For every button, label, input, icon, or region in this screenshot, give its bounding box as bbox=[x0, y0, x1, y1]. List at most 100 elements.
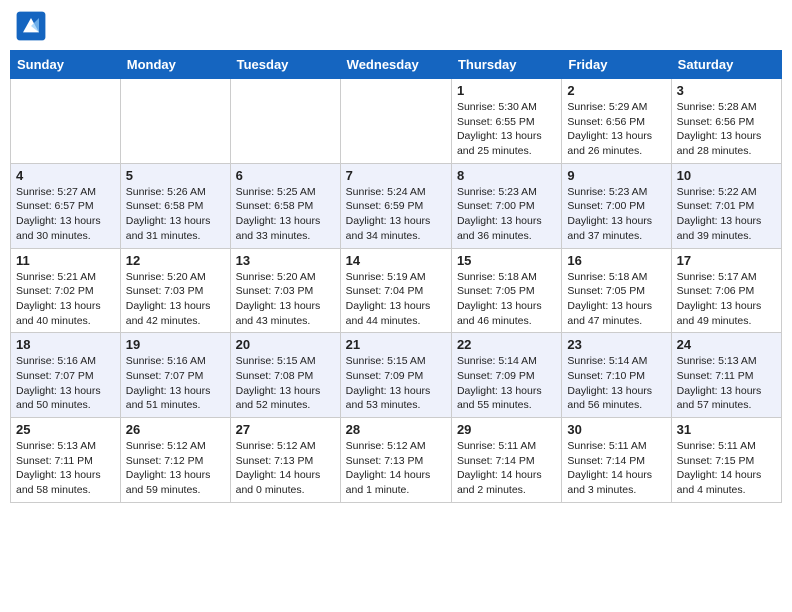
weekday-header: Sunday bbox=[11, 51, 121, 79]
calendar-cell: 12 Sunrise: 5:20 AM Sunset: 7:03 PM Dayli… bbox=[120, 248, 230, 333]
day-number: 14 bbox=[346, 253, 446, 268]
calendar-cell: 23 Sunrise: 5:14 AM Sunset: 7:10 PM Dayli… bbox=[562, 333, 671, 418]
day-info: Sunrise: 5:30 AM Sunset: 6:55 PM Dayligh… bbox=[457, 100, 556, 159]
calendar-week-row: 4 Sunrise: 5:27 AM Sunset: 6:57 PM Daylig… bbox=[11, 163, 782, 248]
calendar-cell: 6 Sunrise: 5:25 AM Sunset: 6:58 PM Daylig… bbox=[230, 163, 340, 248]
day-info: Sunrise: 5:12 AM Sunset: 7:12 PM Dayligh… bbox=[126, 439, 225, 498]
calendar-table: SundayMondayTuesdayWednesdayThursdayFrid… bbox=[10, 50, 782, 503]
calendar-week-row: 11 Sunrise: 5:21 AM Sunset: 7:02 PM Dayli… bbox=[11, 248, 782, 333]
day-number: 23 bbox=[567, 337, 665, 352]
calendar-cell: 2Sunrise: 5:29 AM Sunset: 6:56 PM Daylig… bbox=[562, 79, 671, 164]
day-info: Sunrise: 5:25 AM Sunset: 6:58 PM Dayligh… bbox=[236, 185, 335, 244]
day-number: 4 bbox=[16, 168, 115, 183]
day-number: 3 bbox=[677, 83, 776, 98]
calendar-cell bbox=[340, 79, 451, 164]
day-number: 9 bbox=[567, 168, 665, 183]
day-number: 21 bbox=[346, 337, 446, 352]
day-number: 15 bbox=[457, 253, 556, 268]
day-number: 29 bbox=[457, 422, 556, 437]
calendar-cell: 15 Sunrise: 5:18 AM Sunset: 7:05 PM Dayli… bbox=[451, 248, 561, 333]
day-number: 10 bbox=[677, 168, 776, 183]
calendar-cell: 7Sunrise: 5:24 AM Sunset: 6:59 PM Daylig… bbox=[340, 163, 451, 248]
logo bbox=[15, 10, 53, 42]
calendar-cell: 19Sunrise: 5:16 AM Sunset: 7:07 PM Dayli… bbox=[120, 333, 230, 418]
day-number: 13 bbox=[236, 253, 335, 268]
day-info: Sunrise: 5:21 AM Sunset: 7:02 PM Dayligh… bbox=[16, 270, 115, 329]
calendar-cell: 31 Sunrise: 5:11 AM Sunset: 7:15 PM Dayli… bbox=[671, 418, 781, 503]
calendar-cell: 11 Sunrise: 5:21 AM Sunset: 7:02 PM Dayli… bbox=[11, 248, 121, 333]
day-info: Sunrise: 5:15 AM Sunset: 7:09 PM Dayligh… bbox=[346, 354, 446, 413]
day-info: Sunrise: 5:11 AM Sunset: 7:14 PM Dayligh… bbox=[457, 439, 556, 498]
day-info: Sunrise: 5:24 AM Sunset: 6:59 PM Dayligh… bbox=[346, 185, 446, 244]
day-info: Sunrise: 5:18 AM Sunset: 7:05 PM Dayligh… bbox=[457, 270, 556, 329]
day-number: 8 bbox=[457, 168, 556, 183]
day-info: Sunrise: 5:19 AM Sunset: 7:04 PM Dayligh… bbox=[346, 270, 446, 329]
day-info: Sunrise: 5:23 AM Sunset: 7:00 PM Dayligh… bbox=[457, 185, 556, 244]
calendar-cell: 5 Sunrise: 5:26 AM Sunset: 6:58 PM Daylig… bbox=[120, 163, 230, 248]
calendar-cell: 29 Sunrise: 5:11 AM Sunset: 7:14 PM Dayli… bbox=[451, 418, 561, 503]
day-info: Sunrise: 5:13 AM Sunset: 7:11 PM Dayligh… bbox=[677, 354, 776, 413]
weekday-header: Monday bbox=[120, 51, 230, 79]
calendar-cell: 18 Sunrise: 5:16 AM Sunset: 7:07 PM Dayli… bbox=[11, 333, 121, 418]
calendar-cell: 3 Sunrise: 5:28 AM Sunset: 6:56 PM Daylig… bbox=[671, 79, 781, 164]
calendar-cell: 16Sunrise: 5:18 AM Sunset: 7:05 PM Dayli… bbox=[562, 248, 671, 333]
calendar-cell: 14 Sunrise: 5:19 AM Sunset: 7:04 PM Dayli… bbox=[340, 248, 451, 333]
calendar-cell: 17 Sunrise: 5:17 AM Sunset: 7:06 PM Dayli… bbox=[671, 248, 781, 333]
day-number: 25 bbox=[16, 422, 115, 437]
day-info: Sunrise: 5:14 AM Sunset: 7:10 PM Dayligh… bbox=[567, 354, 665, 413]
day-number: 28 bbox=[346, 422, 446, 437]
logo-icon bbox=[15, 10, 47, 42]
day-info: Sunrise: 5:27 AM Sunset: 6:57 PM Dayligh… bbox=[16, 185, 115, 244]
calendar-cell: 20Sunrise: 5:15 AM Sunset: 7:08 PM Dayli… bbox=[230, 333, 340, 418]
calendar-header-row: SundayMondayTuesdayWednesdayThursdayFrid… bbox=[11, 51, 782, 79]
calendar-week-row: 18 Sunrise: 5:16 AM Sunset: 7:07 PM Dayli… bbox=[11, 333, 782, 418]
day-info: Sunrise: 5:14 AM Sunset: 7:09 PM Dayligh… bbox=[457, 354, 556, 413]
calendar-cell: 28 Sunrise: 5:12 AM Sunset: 7:13 PM Dayli… bbox=[340, 418, 451, 503]
calendar-cell: 25Sunrise: 5:13 AM Sunset: 7:11 PM Dayli… bbox=[11, 418, 121, 503]
day-info: Sunrise: 5:16 AM Sunset: 7:07 PM Dayligh… bbox=[16, 354, 115, 413]
day-info: Sunrise: 5:12 AM Sunset: 7:13 PM Dayligh… bbox=[346, 439, 446, 498]
weekday-header: Saturday bbox=[671, 51, 781, 79]
calendar-cell: 21 Sunrise: 5:15 AM Sunset: 7:09 PM Dayli… bbox=[340, 333, 451, 418]
calendar-cell: 26Sunrise: 5:12 AM Sunset: 7:12 PM Dayli… bbox=[120, 418, 230, 503]
day-number: 31 bbox=[677, 422, 776, 437]
day-info: Sunrise: 5:22 AM Sunset: 7:01 PM Dayligh… bbox=[677, 185, 776, 244]
day-number: 1 bbox=[457, 83, 556, 98]
calendar-cell: 10 Sunrise: 5:22 AM Sunset: 7:01 PM Dayli… bbox=[671, 163, 781, 248]
day-number: 24 bbox=[677, 337, 776, 352]
day-info: Sunrise: 5:15 AM Sunset: 7:08 PM Dayligh… bbox=[236, 354, 335, 413]
weekday-header: Friday bbox=[562, 51, 671, 79]
calendar-cell bbox=[230, 79, 340, 164]
day-number: 11 bbox=[16, 253, 115, 268]
day-info: Sunrise: 5:23 AM Sunset: 7:00 PM Dayligh… bbox=[567, 185, 665, 244]
calendar-cell: 4 Sunrise: 5:27 AM Sunset: 6:57 PM Daylig… bbox=[11, 163, 121, 248]
day-number: 16 bbox=[567, 253, 665, 268]
calendar-cell bbox=[11, 79, 121, 164]
calendar-cell: 22Sunrise: 5:14 AM Sunset: 7:09 PM Dayli… bbox=[451, 333, 561, 418]
calendar-cell: 30Sunrise: 5:11 AM Sunset: 7:14 PM Dayli… bbox=[562, 418, 671, 503]
weekday-header: Wednesday bbox=[340, 51, 451, 79]
day-info: Sunrise: 5:26 AM Sunset: 6:58 PM Dayligh… bbox=[126, 185, 225, 244]
day-info: Sunrise: 5:16 AM Sunset: 7:07 PM Dayligh… bbox=[126, 354, 225, 413]
day-number: 18 bbox=[16, 337, 115, 352]
calendar-cell: 13 Sunrise: 5:20 AM Sunset: 7:03 PM Dayli… bbox=[230, 248, 340, 333]
day-info: Sunrise: 5:17 AM Sunset: 7:06 PM Dayligh… bbox=[677, 270, 776, 329]
day-number: 17 bbox=[677, 253, 776, 268]
day-number: 5 bbox=[126, 168, 225, 183]
calendar-cell bbox=[120, 79, 230, 164]
day-number: 27 bbox=[236, 422, 335, 437]
day-info: Sunrise: 5:11 AM Sunset: 7:14 PM Dayligh… bbox=[567, 439, 665, 498]
calendar-cell: 1 Sunrise: 5:30 AM Sunset: 6:55 PM Daylig… bbox=[451, 79, 561, 164]
day-info: Sunrise: 5:12 AM Sunset: 7:13 PM Dayligh… bbox=[236, 439, 335, 498]
calendar-week-row: 25Sunrise: 5:13 AM Sunset: 7:11 PM Dayli… bbox=[11, 418, 782, 503]
day-info: Sunrise: 5:20 AM Sunset: 7:03 PM Dayligh… bbox=[236, 270, 335, 329]
day-info: Sunrise: 5:28 AM Sunset: 6:56 PM Dayligh… bbox=[677, 100, 776, 159]
day-info: Sunrise: 5:20 AM Sunset: 7:03 PM Dayligh… bbox=[126, 270, 225, 329]
weekday-header: Thursday bbox=[451, 51, 561, 79]
day-info: Sunrise: 5:11 AM Sunset: 7:15 PM Dayligh… bbox=[677, 439, 776, 498]
calendar-cell: 24 Sunrise: 5:13 AM Sunset: 7:11 PM Dayli… bbox=[671, 333, 781, 418]
day-number: 6 bbox=[236, 168, 335, 183]
day-number: 2 bbox=[567, 83, 665, 98]
weekday-header: Tuesday bbox=[230, 51, 340, 79]
day-number: 12 bbox=[126, 253, 225, 268]
